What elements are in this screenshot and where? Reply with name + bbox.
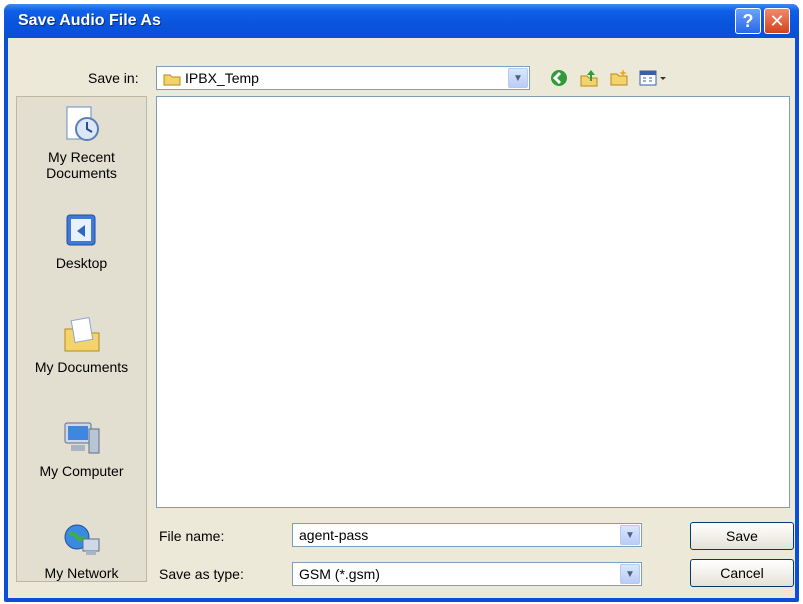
cancel-button[interactable]: Cancel: [690, 559, 794, 587]
desktop-icon: [61, 211, 103, 251]
place-my-network[interactable]: My Network: [17, 521, 146, 581]
chevron-down-icon[interactable]: ▼: [620, 525, 640, 545]
places-bar: My Recent Documents Desktop My Documents: [16, 96, 147, 582]
save-button[interactable]: Save: [690, 522, 794, 550]
my-network-icon: [61, 521, 103, 561]
place-desktop[interactable]: Desktop: [17, 211, 146, 271]
place-label-line1: My Documents: [34, 359, 129, 375]
my-documents-icon: [61, 315, 103, 355]
save-in-label: Save in:: [88, 70, 139, 86]
save-dialog-window: Save Audio File As ? ✕ Save in: IPBX_Tem…: [4, 4, 799, 602]
my-computer-icon: [61, 419, 103, 459]
save-in-dropdown[interactable]: IPBX_Temp ▼: [156, 66, 530, 90]
folder-icon: [163, 74, 181, 86]
back-icon[interactable]: [548, 67, 570, 89]
file-name-input[interactable]: agent-pass: [299, 527, 368, 543]
place-my-computer[interactable]: My Computer: [17, 419, 146, 479]
place-label-line1: My Recent: [48, 149, 115, 165]
dialog-body: Save in: IPBX_Temp ▼ My Recent Documents…: [8, 38, 795, 598]
dialog-title: Save Audio File As: [18, 12, 161, 29]
close-button[interactable]: ✕: [764, 8, 790, 34]
title-bar[interactable]: Save Audio File As ? ✕: [4, 4, 799, 38]
save-as-type-dropdown[interactable]: GSM (*.gsm) ▼: [292, 562, 642, 586]
place-label-line2: Documents: [46, 165, 117, 181]
chevron-down-icon[interactable]: ▼: [508, 68, 528, 88]
chevron-down-icon[interactable]: ▼: [620, 564, 640, 584]
save-in-value: IPBX_Temp: [185, 70, 259, 86]
new-folder-icon[interactable]: [608, 67, 630, 89]
place-label-line1: Desktop: [55, 255, 108, 271]
save-as-type-value: GSM (*.gsm): [299, 566, 380, 582]
place-label-line1: My Computer: [39, 463, 124, 479]
file-name-combo[interactable]: agent-pass ▼: [292, 523, 642, 547]
place-my-documents[interactable]: My Documents: [17, 315, 146, 375]
recent-documents-icon: [61, 105, 103, 145]
help-button[interactable]: ?: [735, 8, 761, 34]
up-folder-icon[interactable]: [578, 67, 600, 89]
place-my-recent-documents[interactable]: My Recent Documents: [17, 105, 146, 181]
place-label-line1: My Network: [44, 565, 119, 581]
views-menu-icon[interactable]: [638, 67, 670, 89]
file-list-area[interactable]: [156, 96, 790, 508]
save-as-type-label: Save as type:: [159, 566, 244, 582]
file-name-label: File name:: [159, 528, 225, 544]
